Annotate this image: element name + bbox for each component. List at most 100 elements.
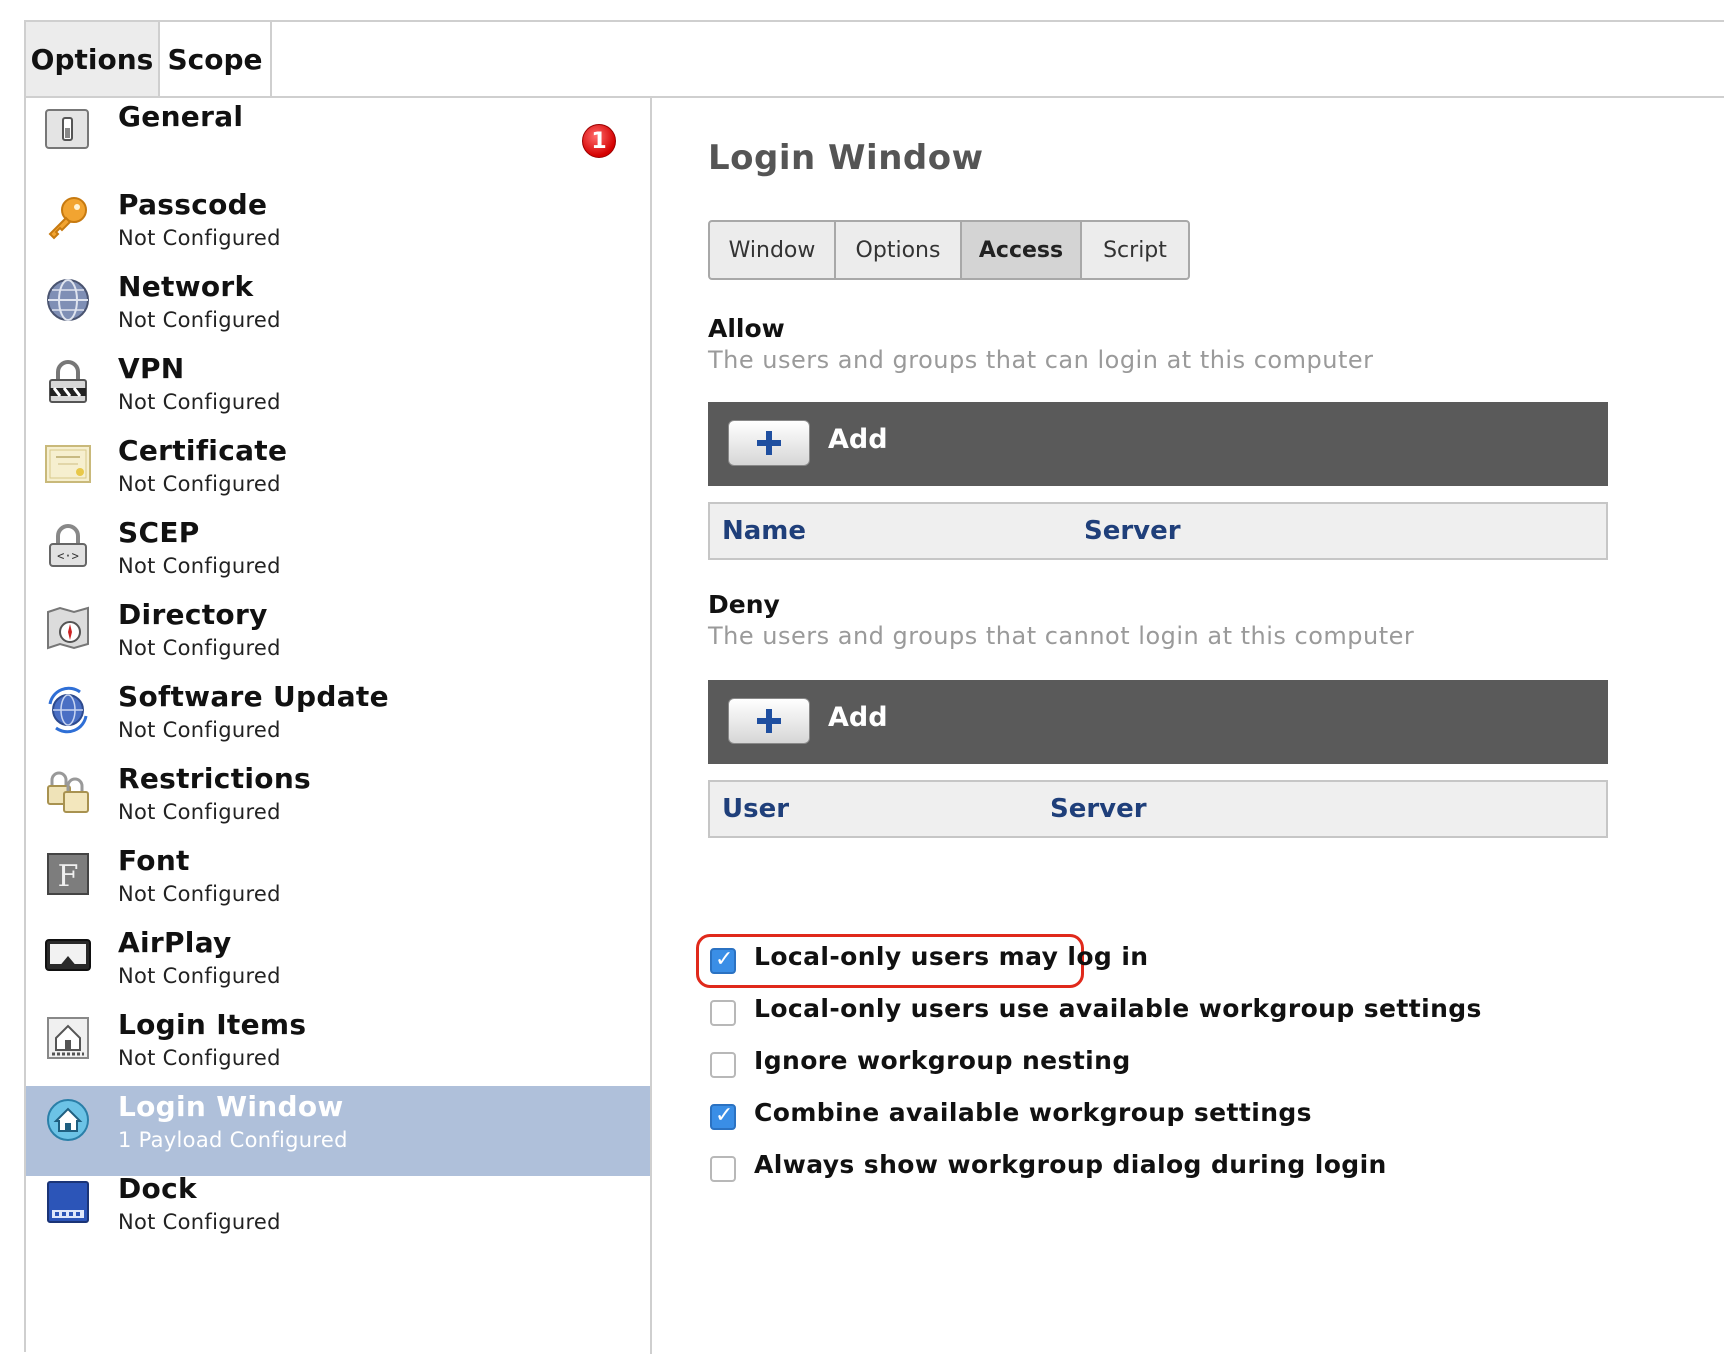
sidebar-item-title: Font: [118, 844, 190, 877]
sidebar-item-login-items[interactable]: Login Items Not Configured: [26, 1004, 650, 1094]
error-badge: 1: [582, 124, 616, 158]
segment-options[interactable]: Options: [836, 222, 962, 278]
sidebar-item-login-window[interactable]: Login Window 1 Payload Configured: [26, 1086, 650, 1176]
globe-icon: [47, 279, 89, 321]
sidebar-item-title: VPN: [118, 352, 185, 385]
segmented-control: Window Options Access Script: [708, 220, 1190, 280]
sidebar-item-status: Not Configured: [118, 718, 281, 742]
software-update-icon: [48, 686, 88, 734]
login-window-panel: Login Window Window Options Access Scrip…: [652, 96, 1724, 1354]
dock-icon: [47, 1181, 89, 1223]
allow-add-button[interactable]: [728, 420, 810, 466]
sidebar-item-status: 1 Payload Configured: [118, 1128, 348, 1152]
svg-text:<·>: <·>: [57, 549, 79, 563]
login-window-icon: [47, 1099, 89, 1141]
svg-text:F: F: [58, 859, 79, 894]
allow-title: Allow: [708, 314, 785, 343]
sidebar-item-title: Directory: [118, 598, 268, 631]
key-icon: [48, 197, 87, 240]
deny-title: Deny: [708, 590, 780, 619]
checkbox[interactable]: [710, 1052, 736, 1078]
checkbox[interactable]: [710, 1156, 736, 1182]
checkbox-label: Local-only users may log in: [754, 942, 1149, 971]
checkbox-label: Local-only users use available workgroup…: [754, 994, 1482, 1023]
allow-table-header: Name Server: [708, 502, 1608, 560]
sidebar-item-title: Network: [118, 270, 254, 303]
certificate-icon: [45, 445, 91, 483]
restrictions-icon: [47, 771, 89, 813]
segment-script[interactable]: Script: [1082, 222, 1188, 278]
segment-access[interactable]: Access: [962, 222, 1082, 278]
tab-scope-label: Scope: [167, 42, 263, 76]
airplay-icon: [45, 939, 91, 971]
checkbox-label: Always show workgroup dialog during logi…: [754, 1150, 1387, 1179]
sidebar-item-title: Certificate: [118, 434, 288, 467]
checkbox[interactable]: [710, 1000, 736, 1026]
sidebar-item-passcode[interactable]: Passcode Not Configured: [26, 184, 650, 274]
sidebar-item-status: Not Configured: [118, 882, 281, 906]
page-title: Login Window: [708, 138, 984, 178]
switch-icon: [45, 109, 89, 149]
sidebar-item-title: Passcode: [118, 188, 268, 221]
sidebar-item-title: Login Window: [118, 1090, 344, 1123]
plus-icon: [757, 709, 781, 733]
sidebar-item-status: Not Configured: [118, 554, 281, 578]
tab-options-label: Options: [30, 42, 154, 76]
vpn-lock-icon: [49, 360, 87, 403]
segment-window[interactable]: Window: [710, 222, 836, 278]
sidebar-item-status: Not Configured: [118, 1046, 281, 1070]
column-header-user[interactable]: User: [722, 794, 789, 824]
sidebar-item-status: Not Configured: [118, 390, 281, 414]
sidebar-item-title: Login Items: [118, 1008, 307, 1041]
sidebar-item-title: AirPlay: [118, 926, 232, 959]
plus-icon: [757, 431, 781, 455]
sidebar-item-status: Not Configured: [118, 472, 281, 496]
sidebar-item-restrictions[interactable]: Restrictions Not Configured: [26, 758, 650, 848]
sidebar-item-status: Not Configured: [118, 226, 281, 250]
sidebar-item-scep[interactable]: <·> SCEP Not Configured: [26, 512, 650, 602]
checkbox-label: Combine available workgroup settings: [754, 1098, 1312, 1127]
sidebar-item-status: Not Configured: [118, 636, 281, 660]
deny-add-bar: Add: [708, 680, 1608, 764]
checkbox[interactable]: [710, 1103, 736, 1130]
font-icon: F: [47, 853, 89, 895]
column-header-server[interactable]: Server: [1050, 794, 1147, 824]
sidebar-item-network[interactable]: Network Not Configured: [26, 266, 650, 356]
allow-add-bar: Add: [708, 402, 1608, 486]
sidebar-item-directory[interactable]: Directory Not Configured: [26, 594, 650, 684]
tab-options[interactable]: Options: [26, 22, 160, 96]
deny-table-header: User Server: [708, 780, 1608, 838]
sidebar-item-dock[interactable]: Dock Not Configured: [26, 1168, 650, 1258]
profile-editor: Options Scope General 1 Passcode Not Con…: [24, 20, 1724, 1354]
directory-icon: [47, 606, 89, 650]
login-items-icon: [47, 1017, 89, 1059]
sidebar-item-certificate[interactable]: Certificate Not Configured: [26, 430, 650, 520]
sidebar-item-font[interactable]: F Font Not Configured: [26, 840, 650, 930]
sidebar-item-status: Not Configured: [118, 800, 281, 824]
tab-scope[interactable]: Scope: [160, 22, 272, 96]
deny-add-button[interactable]: [728, 698, 810, 744]
column-header-name[interactable]: Name: [722, 516, 806, 546]
sidebar-item-title: Software Update: [118, 680, 389, 713]
sidebar-item-status: Not Configured: [118, 1210, 281, 1234]
deny-description: The users and groups that cannot login a…: [708, 622, 1415, 650]
column-header-server[interactable]: Server: [1084, 516, 1181, 546]
sidebar-item-general[interactable]: General 1: [26, 96, 650, 186]
sidebar-item-title: Restrictions: [118, 762, 312, 795]
payload-sidebar: General 1 Passcode Not Configured Networ…: [26, 96, 652, 1354]
deny-add-label: Add: [828, 702, 888, 733]
sidebar-item-status: Not Configured: [118, 308, 281, 332]
sidebar-item-title: SCEP: [118, 516, 200, 549]
sidebar-item-title: General: [118, 100, 244, 133]
scep-lock-icon: <·>: [49, 524, 87, 567]
allow-description: The users and groups that can login at t…: [708, 346, 1374, 374]
sidebar-item-airplay[interactable]: AirPlay Not Configured: [26, 922, 650, 1012]
sidebar-item-vpn[interactable]: VPN Not Configured: [26, 348, 650, 438]
top-tab-bar: Options Scope: [26, 22, 1724, 98]
sidebar-item-software-update[interactable]: Software Update Not Configured: [26, 676, 650, 766]
allow-add-label: Add: [828, 424, 888, 455]
sidebar-item-title: Dock: [118, 1172, 197, 1205]
checkbox[interactable]: [710, 947, 736, 974]
checkbox-label: Ignore workgroup nesting: [754, 1046, 1131, 1075]
sidebar-item-status: Not Configured: [118, 964, 281, 988]
